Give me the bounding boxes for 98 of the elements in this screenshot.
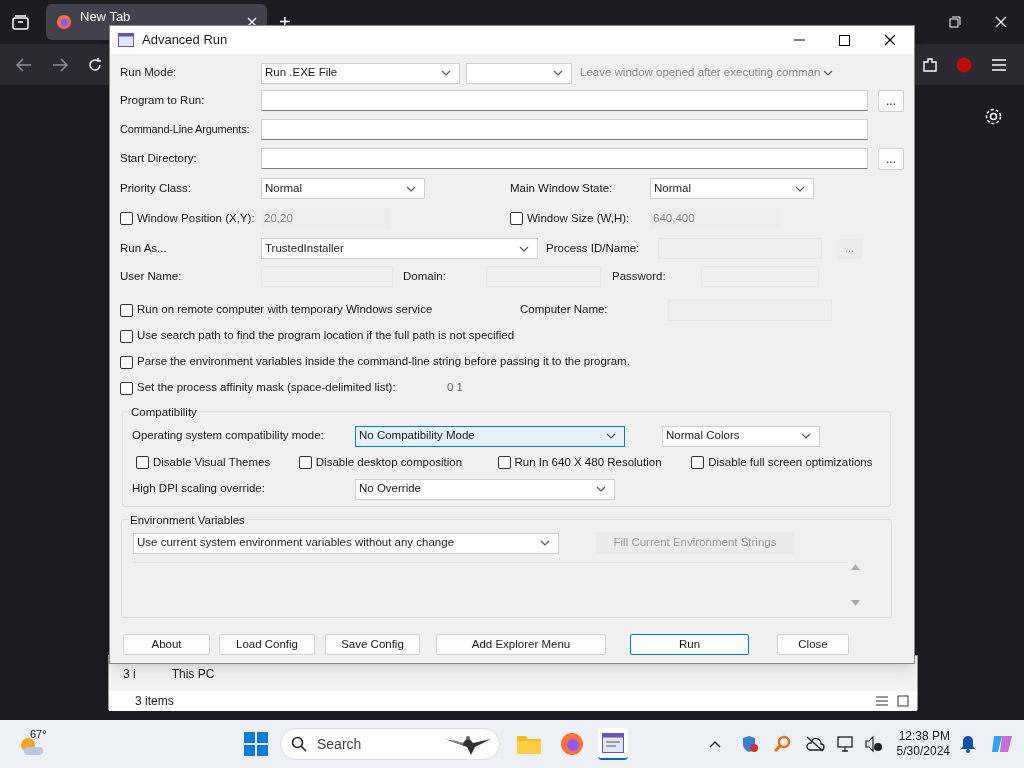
checkbox[interactable] <box>120 355 133 369</box>
checkbox-label: Use search path to find the program location if the full path is not specified <box>137 328 515 344</box>
firefox-icon <box>56 14 72 30</box>
list-view-icon[interactable] <box>875 695 889 707</box>
chevron-down-icon <box>540 540 550 546</box>
monitor-icon[interactable] <box>836 735 855 753</box>
dialog-button[interactable]: Add Explorer Menu <box>436 634 606 655</box>
status-text: 3 i <box>123 665 136 683</box>
clock-time: 12:38 PM <box>898 729 950 744</box>
magnifier-icon[interactable] <box>772 735 791 753</box>
tab-list-icon[interactable] <box>12 14 29 30</box>
checkbox[interactable] <box>298 456 312 469</box>
checkbox[interactable] <box>120 329 133 343</box>
menu-icon[interactable] <box>992 58 1006 71</box>
search-field[interactable]: Search <box>280 728 500 760</box>
checkbox-label: Run on remote computer with temporary Windows service <box>137 302 434 318</box>
field-label: Start Directory: <box>120 150 198 166</box>
chevron-down-icon <box>801 433 811 439</box>
checkbox-label: Disable desktop composition <box>315 454 463 470</box>
checkbox-label: Run In 640 X 480 Resolution <box>514 454 662 470</box>
checkbox[interactable] <box>691 456 705 469</box>
app-icon <box>602 733 624 753</box>
field-label: Priority Class: <box>120 180 192 196</box>
clock-date: 5/30/2024 <box>896 744 950 759</box>
forward-icon[interactable] <box>52 57 68 72</box>
chevron-down-icon <box>519 245 529 252</box>
temperature-text: 67° <box>30 727 47 742</box>
back-icon[interactable] <box>16 57 32 72</box>
chevron-down-icon <box>823 70 834 76</box>
tab-title: New Tab <box>80 10 132 24</box>
dropdown[interactable]: TrustedInstaller <box>261 238 538 259</box>
dialog-button[interactable]: Save Config <box>325 634 420 655</box>
chevron-down-icon <box>441 70 451 76</box>
chevron-down-icon <box>553 70 563 76</box>
checkbox-label: Disable full screen optimizations <box>708 454 873 470</box>
input-field[interactable] <box>261 119 868 140</box>
app-icon <box>118 33 134 47</box>
field-label: Domain: <box>403 268 447 284</box>
speaker-muted-icon[interactable] <box>864 735 883 753</box>
checkbox[interactable] <box>120 212 133 225</box>
chevron-down-icon <box>596 486 606 492</box>
checkbox-label: Parse the environment variables inside the command-line string before passing it to the program. <box>137 354 630 370</box>
browse-button[interactable]: ... <box>878 89 904 112</box>
close-icon[interactable] <box>884 34 896 46</box>
maximize-icon[interactable] <box>839 34 850 46</box>
input-field[interactable] <box>261 90 868 111</box>
dropdown[interactable]: Normal <box>650 178 814 199</box>
chevron-down-icon <box>606 433 616 439</box>
start-icon[interactable] <box>244 732 268 756</box>
dialog-button[interactable]: Run <box>630 634 749 655</box>
chevron-down-icon <box>795 185 805 192</box>
field-label: Password: <box>612 268 667 284</box>
field-label: Computer Name: <box>520 302 609 318</box>
field-label: Program to Run: <box>120 92 206 108</box>
checkbox[interactable] <box>120 303 133 317</box>
field-label: Command-Line Arguments: <box>120 122 251 138</box>
field-label: Window Size (W,H): <box>527 210 630 226</box>
tile-view-icon[interactable] <box>897 695 909 707</box>
checkbox[interactable] <box>497 456 511 469</box>
input-field[interactable] <box>261 148 868 169</box>
field-label: Main Window State: <box>510 180 614 196</box>
restore-icon[interactable] <box>949 16 961 28</box>
option-label: Leave window opened after executing comman <box>580 65 821 81</box>
checkbox[interactable] <box>120 381 133 395</box>
browse-button[interactable]: ... <box>878 147 904 170</box>
firefox-icon[interactable] <box>560 732 584 756</box>
field-label: Process ID/Name: <box>546 240 641 256</box>
dropdown[interactable]: No Compatibility Mode <box>355 425 625 447</box>
field-label: Window Position (X,Y): <box>137 210 255 226</box>
bell-icon[interactable] <box>960 735 976 753</box>
checkbox[interactable] <box>136 456 149 469</box>
dropdown[interactable]: Normal Colors <box>662 425 820 447</box>
field-label: Run Mode: <box>120 65 178 81</box>
chevron-up-icon[interactable] <box>708 740 721 748</box>
search-icon <box>291 736 307 752</box>
taskbar-app[interactable] <box>598 728 628 760</box>
field-label: Run As... <box>120 240 168 256</box>
settings-icon[interactable] <box>985 108 1002 125</box>
puzzle-icon[interactable] <box>922 56 938 73</box>
dialog-button[interactable]: About <box>123 634 210 655</box>
dialog-button[interactable]: Close <box>777 634 849 655</box>
dialog-button[interactable]: Load Config <box>219 634 315 655</box>
dropdown[interactable]: Use current system environment variables without any change <box>133 532 559 554</box>
field-label: Operating system compatibility mode: <box>132 428 325 444</box>
reload-icon[interactable] <box>87 56 103 73</box>
affinity-value: 0 1 <box>447 380 463 396</box>
checkbox[interactable] <box>510 212 523 225</box>
dropdown[interactable]: Run .EXE File <box>261 62 460 84</box>
dropdown[interactable]: No Override <box>355 478 615 500</box>
checkbox-label: Set the process affinity mask (space-delimited list): <box>137 380 397 396</box>
cloud-off-icon[interactable] <box>804 736 825 752</box>
field-label: User Name: <box>120 268 183 284</box>
status-text: 3 items <box>135 693 175 710</box>
field-label: High DPI scaling override: <box>132 481 266 497</box>
chevron-down-icon <box>406 185 416 192</box>
checkbox-label: Disable Visual Themes <box>153 454 271 470</box>
dropdown[interactable]: Normal <box>261 178 425 199</box>
tree-item: This PC <box>171 665 215 683</box>
